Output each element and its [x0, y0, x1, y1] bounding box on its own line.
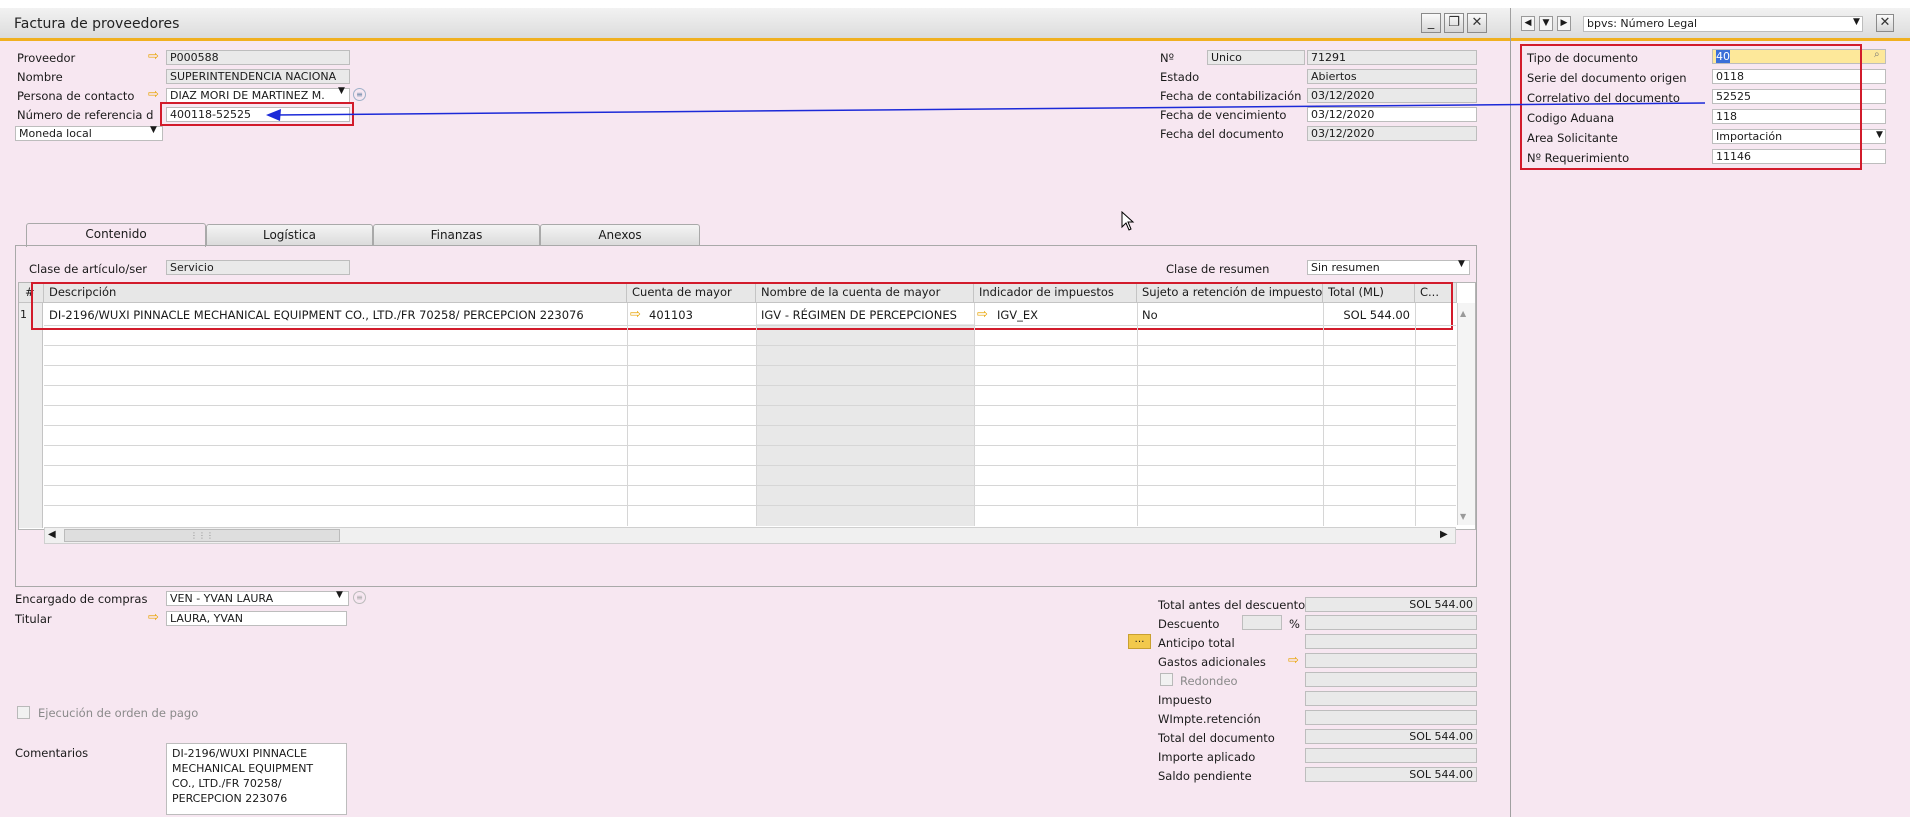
- annotation-arrow: [266, 102, 1706, 121]
